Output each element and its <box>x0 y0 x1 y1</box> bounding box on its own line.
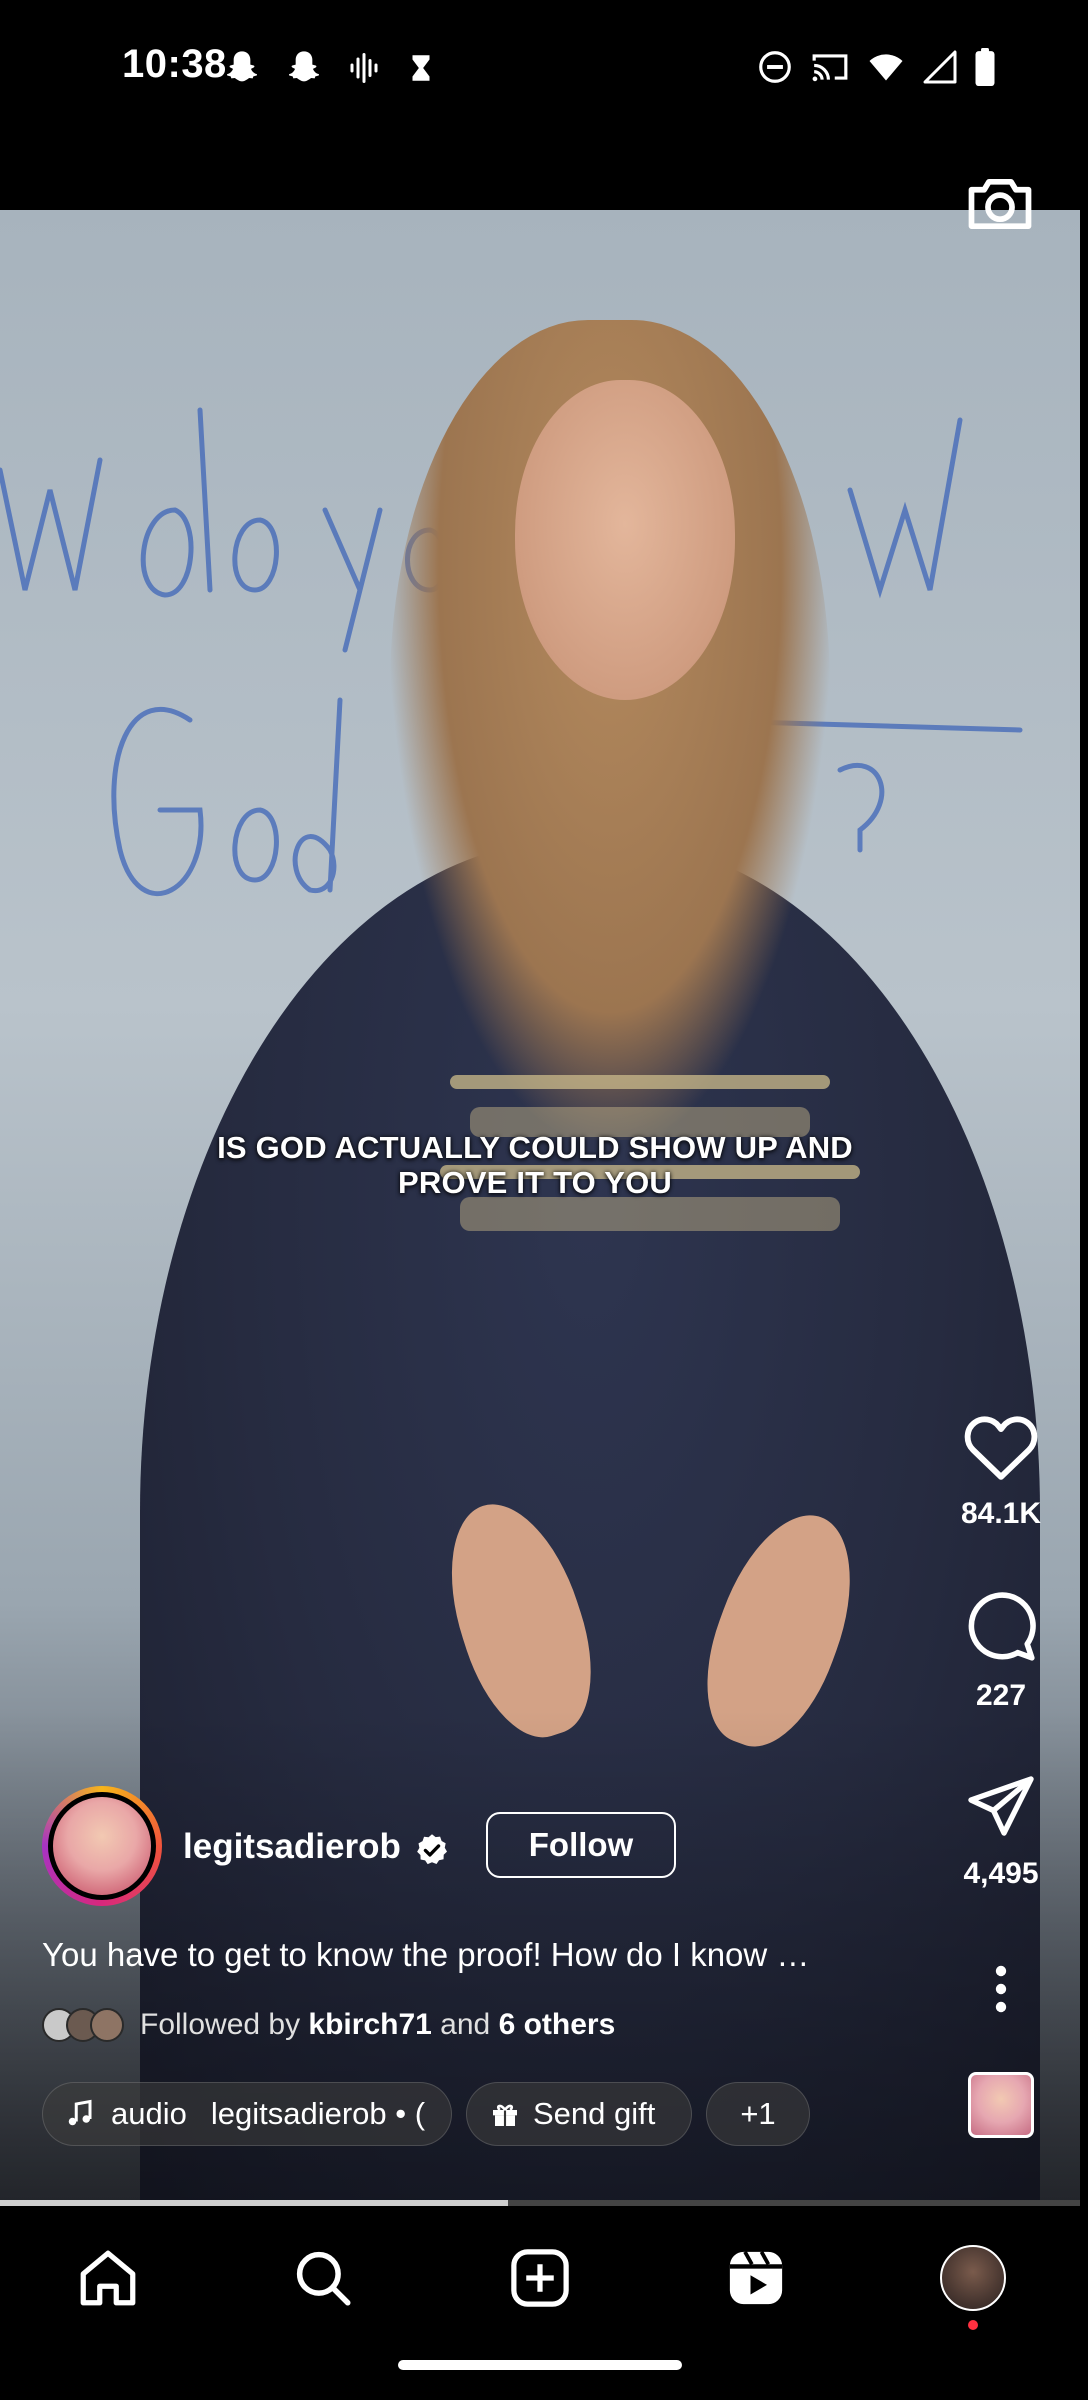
like-count: 84.1K <box>960 1497 1042 1530</box>
battery-icon <box>975 48 995 86</box>
add-square-icon <box>511 2249 569 2307</box>
nav-search-button[interactable] <box>285 2240 361 2316</box>
nav-reels-button[interactable] <box>718 2240 794 2316</box>
hourglass-icon <box>412 55 430 81</box>
heart-icon <box>964 1416 1038 1480</box>
like-button[interactable]: 84.1K <box>941 1410 1061 1531</box>
profile-notification-dot <box>968 2320 978 2330</box>
reels-icon <box>729 2250 783 2305</box>
wifi-icon <box>869 54 903 81</box>
followed-by-prefix: Followed by <box>140 2008 301 2041</box>
reel-video[interactable] <box>0 210 1080 2200</box>
send-gift-chip[interactable]: Send gift <box>466 2082 692 2146</box>
home-icon <box>80 2250 136 2306</box>
status-icons-left <box>222 48 438 88</box>
followed-by-and: and <box>440 2008 491 2041</box>
audio-user: legitsadierob • ( <box>210 2096 426 2131</box>
followed-by-row[interactable]: Followed by kbirch71 and 6 others <box>42 2008 615 2042</box>
follow-button[interactable]: Follow <box>486 1812 676 1878</box>
followed-by-others[interactable]: 6 others <box>499 2008 616 2041</box>
post-description[interactable]: You have to get to know the proof! How d… <box>42 1936 809 1974</box>
author-avatar-photo <box>53 1797 151 1895</box>
send-gift-label: Send gift <box>533 2096 656 2131</box>
camera-button[interactable] <box>962 166 1038 242</box>
share-button[interactable]: 4,495 <box>941 1770 1061 1891</box>
comment-icon <box>968 1592 1036 1661</box>
verified-badge-icon <box>414 1832 450 1873</box>
do-not-disturb-icon <box>759 51 791 83</box>
send-icon <box>968 1776 1034 1836</box>
audio-chip[interactable]: audio legitsadierob • ( <box>42 2082 452 2146</box>
nav-home-button[interactable] <box>70 2240 146 2316</box>
camera-icon <box>968 178 1032 230</box>
video-caption: IS GOD ACTUALLY COULD SHOW UP AND PROVE … <box>217 1130 853 1200</box>
status-icons-right <box>756 48 996 86</box>
snapchat-icon <box>288 51 320 82</box>
cast-icon <box>812 54 848 82</box>
gift-icon <box>493 2104 517 2126</box>
audio-wave-icon <box>350 53 378 83</box>
gesture-home-indicator[interactable] <box>398 2360 682 2370</box>
more-options-button[interactable] <box>941 1965 1061 2018</box>
search-icon <box>296 2251 351 2306</box>
person-face <box>515 380 735 700</box>
author-username[interactable]: legitsadierob <box>183 1827 401 1867</box>
profile-avatar <box>940 2245 1006 2311</box>
status-time: 10:38 <box>122 42 227 86</box>
audio-thumbnail-button[interactable] <box>968 2072 1034 2138</box>
cell-signal-icon <box>923 50 957 84</box>
nav-create-button[interactable] <box>502 2240 578 2316</box>
follower-avatars <box>42 2008 124 2042</box>
comment-button[interactable]: 227 <box>941 1590 1061 1713</box>
snapchat-icon <box>226 51 258 82</box>
author-avatar[interactable] <box>42 1786 162 1906</box>
followed-by-user[interactable]: kbirch71 <box>308 2008 431 2041</box>
more-chips-button[interactable]: +1 <box>706 2082 810 2146</box>
music-note-icon <box>68 2099 92 2126</box>
comment-count: 227 <box>975 1679 1027 1712</box>
nav-profile-button[interactable] <box>935 2240 1011 2316</box>
more-vertical-icon <box>995 1965 1007 2013</box>
audio-label: audio <box>111 2096 187 2131</box>
share-count: 4,495 <box>963 1857 1039 1890</box>
